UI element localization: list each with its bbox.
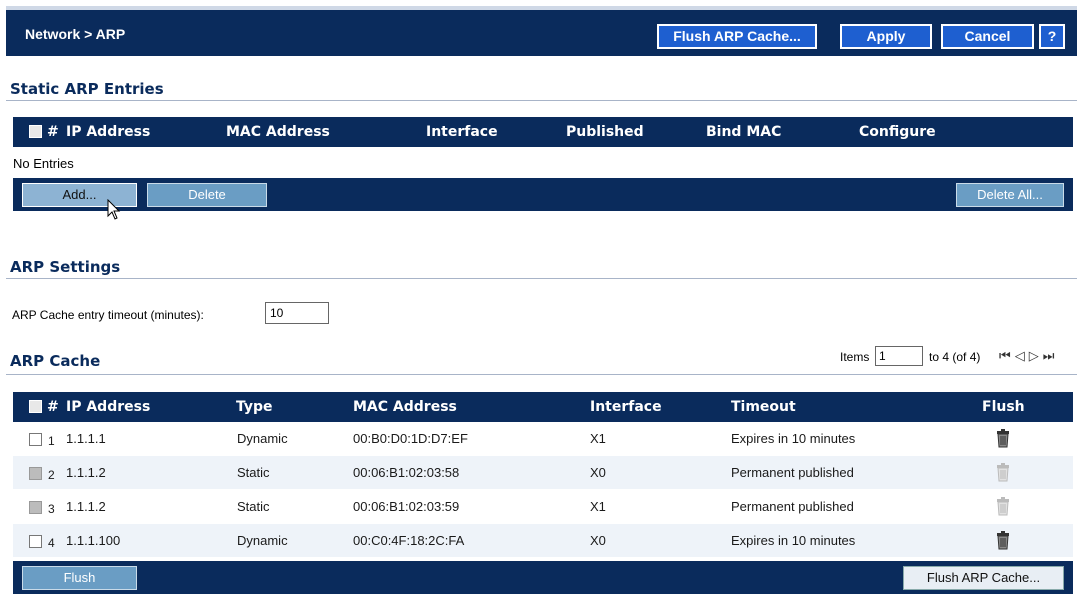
trash-icon: [997, 463, 1009, 482]
col-mac-address: MAC Address: [226, 124, 330, 140]
row-type: Dynamic: [237, 533, 288, 548]
row-timeout: Permanent published: [731, 465, 854, 480]
select-all-checkbox[interactable]: [29, 125, 42, 138]
col-bind-mac: Bind MAC: [706, 124, 782, 140]
arp-settings-section-title: ARP Settings: [10, 258, 121, 276]
col-configure: Configure: [859, 124, 936, 140]
arp-cache-footer: Flush Flush ARP Cache...: [13, 561, 1073, 594]
row-checkbox[interactable]: [29, 535, 42, 548]
row-interface: X0: [590, 533, 606, 548]
row-mac-address: 00:06:B1:02:03:59: [353, 499, 460, 514]
empty-text: No Entries: [13, 156, 74, 171]
col-interface: Interface: [590, 399, 662, 415]
row-ip-address: 1.1.1.100: [66, 533, 121, 548]
static-arp-section-title: Static ARP Entries: [10, 80, 164, 98]
col-flush: Flush: [982, 399, 1025, 415]
row-mac-address: 00:B0:D0:1D:D7:EF: [353, 431, 468, 446]
row-timeout: Permanent published: [731, 499, 854, 514]
cancel-button[interactable]: Cancel: [941, 24, 1034, 49]
range-text: to 4 (of 4): [929, 350, 981, 364]
flush-arp-cache-button[interactable]: Flush ARP Cache...: [657, 24, 817, 49]
first-page-icon[interactable]: ⏮: [999, 348, 1011, 364]
row-checkbox[interactable]: [29, 433, 42, 446]
row-ip-address: 1.1.1.2: [66, 499, 106, 514]
row-type: Static: [237, 499, 270, 514]
row-type: Static: [237, 465, 270, 480]
section-divider: [6, 100, 1077, 101]
flush-arp-cache-footer-button[interactable]: Flush ARP Cache...: [903, 566, 1064, 590]
table-row: 2 1.1.1.2 Static 00:06:B1:02:03:58 X0 Permane…: [13, 456, 1073, 489]
col-ip-address: IP Address: [66, 124, 151, 140]
row-type: Dynamic: [237, 431, 288, 446]
prev-page-icon[interactable]: ◁: [1015, 348, 1025, 364]
row-num: 2: [48, 468, 55, 482]
row-checkbox[interactable]: [29, 501, 42, 514]
mouse-cursor-icon: [107, 199, 121, 220]
arp-cache-section-title: ARP Cache: [10, 352, 101, 370]
arp-cache-table-header: # IP Address Type MAC Address Interface …: [13, 392, 1073, 422]
row-mac-address: 00:C0:4F:18:2C:FA: [353, 533, 465, 548]
col-ip-address: IP Address: [66, 399, 151, 415]
table-row: 3 1.1.1.2 Static 00:06:B1:02:03:59 X1 Permane…: [13, 490, 1073, 523]
delete-all-button[interactable]: Delete All...: [956, 183, 1064, 207]
row-ip-address: 1.1.1.2: [66, 465, 106, 480]
row-interface: X1: [590, 499, 606, 514]
static-arp-empty-row: No Entries: [13, 147, 1073, 178]
help-button[interactable]: ?: [1039, 24, 1065, 49]
apply-button[interactable]: Apply: [840, 24, 932, 49]
arp-page: Network > ARP Flush ARP Cache... Apply C…: [6, 6, 1077, 602]
row-num: 4: [48, 536, 55, 550]
col-num: #: [47, 124, 59, 140]
row-ip-address: 1.1.1.1: [66, 431, 106, 446]
timeout-input[interactable]: [265, 302, 329, 324]
table-row: 1 1.1.1.1 Dynamic 00:B0:D0:1D:D7:EF X1 Expire…: [13, 422, 1073, 455]
flush-button[interactable]: Flush: [22, 566, 137, 590]
col-mac-address: MAC Address: [353, 399, 457, 415]
col-interface: Interface: [426, 124, 498, 140]
trash-icon[interactable]: [996, 428, 1010, 448]
table-row: 4 1.1.1.100 Dynamic 00:C0:4F:18:2C:FA X0 Expi…: [13, 524, 1073, 557]
last-page-icon[interactable]: ⏭: [1043, 348, 1055, 364]
timeout-label: ARP Cache entry timeout (minutes):: [12, 308, 204, 322]
items-input[interactable]: [875, 346, 923, 366]
row-checkbox[interactable]: [29, 467, 42, 480]
col-type: Type: [236, 399, 273, 415]
trash-icon: [997, 497, 1009, 516]
row-interface: X0: [590, 465, 606, 480]
page-header: Network > ARP Flush ARP Cache... Apply C…: [6, 6, 1077, 56]
row-timeout: Expires in 10 minutes: [731, 431, 856, 446]
page-title: Network > ARP: [25, 26, 126, 42]
next-page-icon[interactable]: ▷: [1029, 348, 1039, 364]
static-arp-table-header: # IP Address MAC Address Interface Publi…: [13, 117, 1073, 147]
row-interface: X1: [590, 431, 606, 446]
row-num: 3: [48, 502, 55, 516]
row-timeout: Expires in 10 minutes: [731, 533, 856, 548]
row-num: 1: [48, 434, 55, 448]
static-arp-footer: Add... Delete Delete All...: [13, 178, 1073, 211]
items-label: Items: [840, 350, 870, 364]
select-all-checkbox[interactable]: [29, 400, 42, 413]
col-timeout: Timeout: [731, 399, 796, 415]
col-published: Published: [566, 124, 644, 140]
section-divider: [6, 374, 1077, 375]
trash-icon[interactable]: [996, 530, 1010, 550]
delete-button[interactable]: Delete: [147, 183, 267, 207]
row-mac-address: 00:06:B1:02:03:58: [353, 465, 460, 480]
col-num: #: [47, 399, 59, 415]
section-divider: [6, 278, 1077, 279]
